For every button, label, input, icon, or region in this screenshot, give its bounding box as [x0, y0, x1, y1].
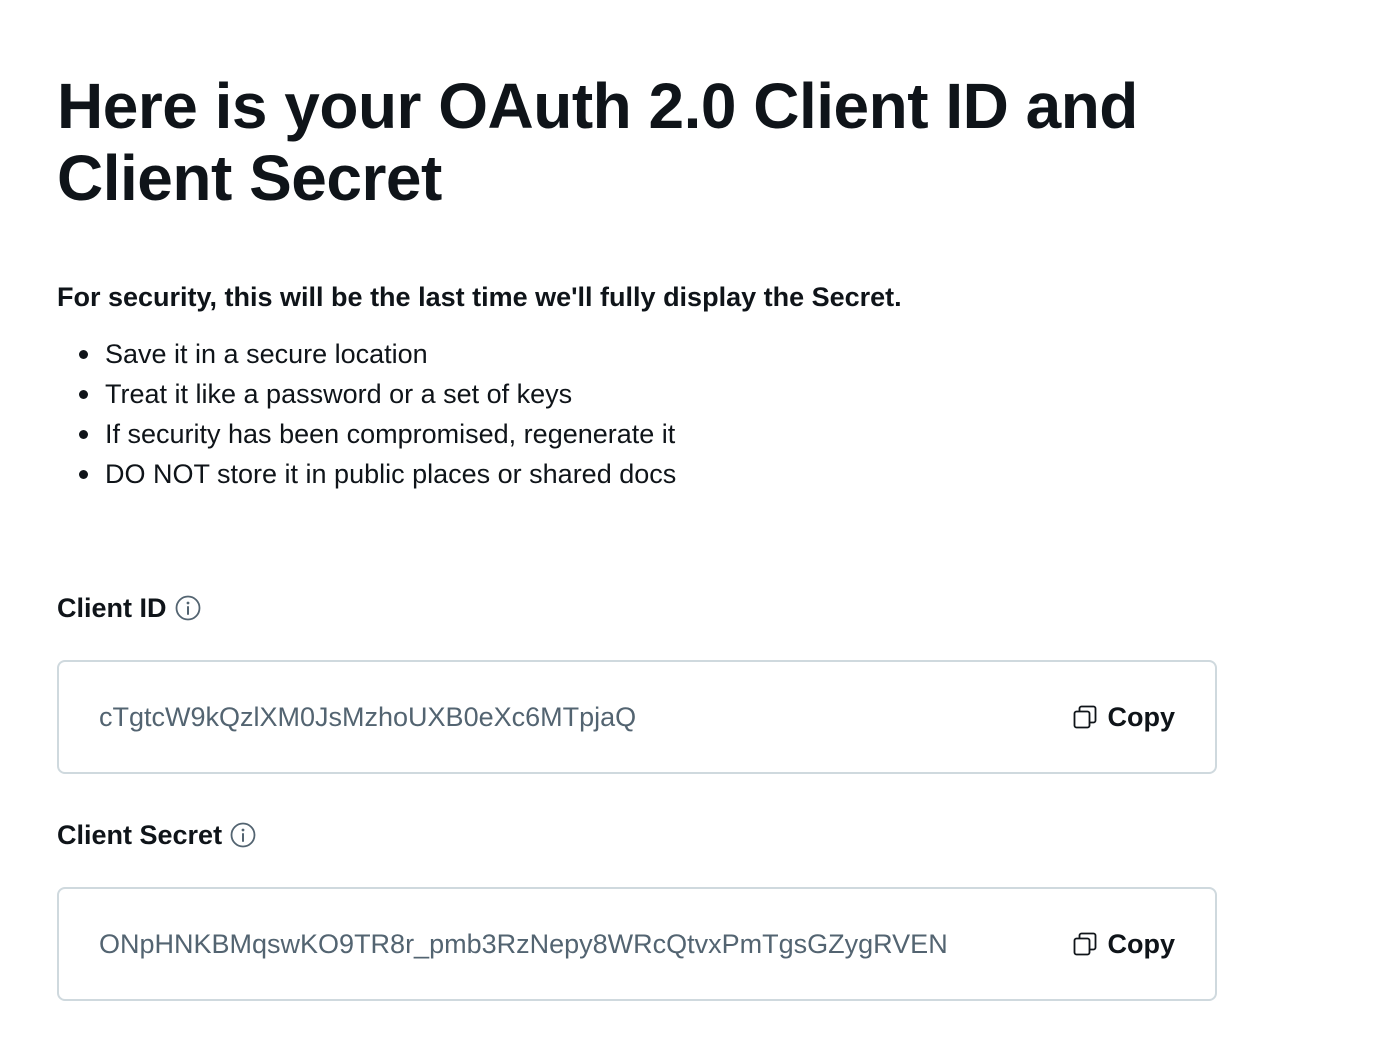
copy-client-secret-button[interactable]: Copy [1072, 928, 1176, 960]
info-circle-icon[interactable] [230, 822, 256, 848]
bullet-icon [79, 390, 88, 399]
tip-text: DO NOT store it in public places or shar… [105, 459, 677, 489]
info-circle-icon[interactable] [175, 595, 201, 621]
page-title: Here is your OAuth 2.0 Client ID and Cli… [57, 70, 1138, 214]
copy-icon [1072, 704, 1098, 730]
list-item: Save it in a secure location [57, 334, 676, 374]
copy-client-id-button[interactable]: Copy [1072, 701, 1176, 733]
bullet-icon [79, 470, 88, 479]
security-tips-list: Save it in a secure location Treat it li… [57, 334, 676, 494]
client-secret-value[interactable]: ONpHNKBMqswKO9TR8r_pmb3RzNepy8WRcQtvxPmT… [99, 929, 948, 960]
list-item: DO NOT store it in public places or shar… [57, 454, 676, 494]
client-id-label: Client ID [57, 593, 167, 623]
copy-label: Copy [1107, 928, 1176, 959]
client-secret-label-row: Client Secret [57, 817, 256, 853]
tip-text: Treat it like a password or a set of key… [105, 379, 573, 409]
client-id-label-row: Client ID [57, 590, 201, 626]
bullet-icon [79, 430, 88, 439]
list-item: If security has been compromised, regene… [57, 414, 676, 454]
client-secret-field: ONpHNKBMqswKO9TR8r_pmb3RzNepy8WRcQtvxPmT… [57, 887, 1217, 1001]
tip-text: If security has been compromised, regene… [105, 419, 676, 449]
client-id-field: cTgtcW9kQzlXM0JsMzhoUXB0eXc6MTpjaQ Copy [57, 660, 1217, 774]
bullet-icon [79, 350, 88, 359]
copy-label: Copy [1107, 701, 1176, 732]
copy-icon [1072, 931, 1098, 957]
client-id-value[interactable]: cTgtcW9kQzlXM0JsMzhoUXB0eXc6MTpjaQ [99, 702, 636, 733]
security-warning: For security, this will be the last time… [57, 282, 902, 312]
list-item: Treat it like a password or a set of key… [57, 374, 676, 414]
tip-text: Save it in a secure location [105, 339, 428, 369]
client-secret-label: Client Secret [57, 820, 223, 850]
